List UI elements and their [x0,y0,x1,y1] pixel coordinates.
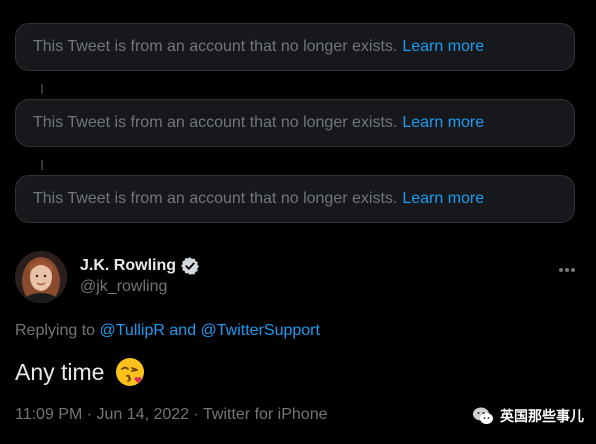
mention-link[interactable]: @TullipR [100,322,165,339]
avatar-image [15,251,67,303]
tweet-time[interactable]: 11:09 PM [15,406,82,423]
author-handle[interactable]: @jk_rowling [80,278,167,296]
watermark-text: 英国那些事儿 [500,408,584,424]
meta-separator: · [193,406,199,423]
author-name-row[interactable]: J.K. Rowling [80,256,200,276]
deleted-tweet-notice: This Tweet is from an account that no lo… [15,23,575,71]
meta-separator: · [86,406,93,423]
tweet-meta: 11:09 PM · Jun 14, 2022 · Twitter for iP… [15,406,328,424]
thread-connector-line [41,84,43,94]
deleted-tweet-notice: This Tweet is from an account that no lo… [15,99,575,147]
replying-joiner: and [169,322,197,339]
kissing-face-with-heart-icon [116,358,145,386]
deleted-notice-text: This Tweet is from an account that no lo… [33,114,398,131]
watermark: 英国那些事儿 [472,406,584,426]
verified-badge-icon [181,257,199,275]
replying-prefix: Replying to [15,322,96,339]
learn-more-link[interactable]: Learn more [402,114,484,132]
replying-to-line: Replying to @TullipR and @TwitterSupport [15,322,320,340]
tweet-source: Twitter for iPhone [203,406,328,423]
learn-more-link[interactable]: Learn more [402,38,484,56]
tweet-body: Any time [15,356,146,388]
thread-connector-line [41,160,43,170]
deleted-tweet-notice: This Tweet is from an account that no lo… [15,175,575,223]
learn-more-link[interactable]: Learn more [402,190,484,208]
tweet-text: Any time [15,358,105,385]
avatar[interactable] [15,251,67,303]
deleted-notice-text: This Tweet is from an account that no lo… [33,190,398,207]
wechat-icon [473,407,493,424]
tweet-date[interactable]: Jun 14, 2022 [97,406,190,423]
mention-link[interactable]: @TwitterSupport [201,322,320,339]
more-options-icon[interactable] [558,257,576,278]
author-name[interactable]: J.K. Rowling [80,257,176,275]
deleted-notice-text: This Tweet is from an account that no lo… [33,38,398,55]
